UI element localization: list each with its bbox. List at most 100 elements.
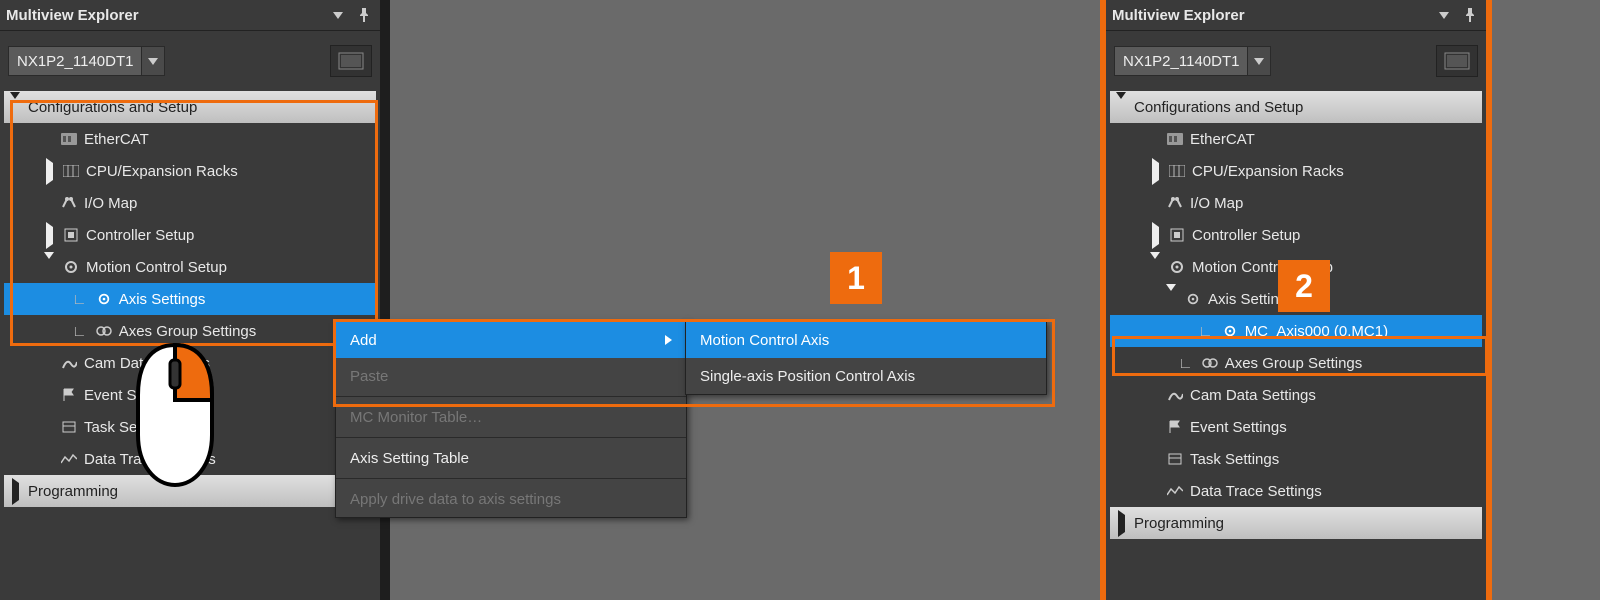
trace-icon xyxy=(60,450,78,468)
device-selector-bar: NX1P2_1140DT1 xyxy=(1106,31,1486,91)
expand-toggle[interactable] xyxy=(1114,515,1128,532)
flag-icon xyxy=(1166,418,1184,436)
controller-icon xyxy=(1168,226,1186,244)
tree-label: Controller Setup xyxy=(86,227,194,244)
tree-label: MC_Axis000 (0,MC1) xyxy=(1245,323,1388,340)
device-select[interactable]: NX1P2_1140DT1 xyxy=(1114,46,1271,76)
panel-title: Multiview Explorer xyxy=(1112,7,1245,24)
ctx-item-single-axis-position-control-axis[interactable]: Single-axis Position Control Axis xyxy=(686,358,1046,394)
device-select[interactable]: NX1P2_1140DT1 xyxy=(8,46,165,76)
ctx-label: Single-axis Position Control Axis xyxy=(700,368,915,385)
device-image-button[interactable] xyxy=(330,45,372,77)
expand-toggle[interactable] xyxy=(1148,259,1162,276)
task-icon xyxy=(1166,450,1184,468)
tree-item-task-settings[interactable]: Task Settings xyxy=(1110,443,1482,475)
tree-header-programming[interactable]: Programming xyxy=(1110,507,1482,539)
tree-item-cam-data-settings[interactable]: Cam Data Settings xyxy=(1110,379,1482,411)
tree-label: Cam Data Settings xyxy=(1190,387,1316,404)
cam-icon xyxy=(60,354,78,372)
callout-number: 1 xyxy=(847,260,865,297)
tree-item-controller-setup[interactable]: Controller Setup xyxy=(4,219,376,251)
expand-toggle[interactable] xyxy=(8,483,22,500)
pin-icon[interactable] xyxy=(354,5,374,25)
chevron-down-icon[interactable] xyxy=(141,47,164,75)
flag-icon xyxy=(60,386,78,404)
ctx-item-mc-monitor-table: MC Monitor Table… xyxy=(336,399,686,435)
window-menu-icon[interactable] xyxy=(328,5,348,25)
ctx-item-add[interactable]: Add xyxy=(336,322,686,358)
expand-toggle[interactable] xyxy=(1164,291,1178,308)
menu-separator xyxy=(336,478,686,479)
tree-item-axes-group-settings[interactable]: ∟ Axes Group Settings xyxy=(1110,347,1482,379)
tree-item-mc-axis000[interactable]: ∟ MC_Axis000 (0,MC1) xyxy=(1110,315,1482,347)
tree: Configurations and Setup EtherCAT CPU/Ex… xyxy=(1106,91,1486,539)
tree-item-io-map[interactable]: I/O Map xyxy=(4,187,376,219)
context-submenu-add: Motion Control Axis Single-axis Position… xyxy=(685,321,1047,395)
expand-toggle[interactable] xyxy=(1148,227,1162,244)
tree-label: CPU/Expansion Racks xyxy=(86,163,238,180)
tree-item-axis-settings[interactable]: ∟ Axis Settings xyxy=(4,283,376,315)
cam-icon xyxy=(1166,386,1184,404)
tree-item-cpu-racks[interactable]: CPU/Expansion Racks xyxy=(4,155,376,187)
ctx-label: Add xyxy=(350,332,377,349)
ctx-item-axis-setting-table[interactable]: Axis Setting Table xyxy=(336,440,686,476)
expand-toggle[interactable] xyxy=(42,163,56,180)
context-menu: Add Paste MC Monitor Table… Axis Setting… xyxy=(335,321,687,518)
tree-header-configurations[interactable]: Configurations and Setup xyxy=(1110,91,1482,123)
panel-titlebar[interactable]: Multiview Explorer xyxy=(0,0,380,31)
tree-label: Configurations and Setup xyxy=(28,99,197,116)
rack-icon xyxy=(1168,162,1186,180)
gear-icon xyxy=(95,290,113,308)
tree-label: Controller Setup xyxy=(1192,227,1300,244)
tree-item-ethercat[interactable]: EtherCAT xyxy=(1110,123,1482,155)
tree-elbow-icon: ∟ xyxy=(1198,323,1213,340)
tree-item-data-trace-settings[interactable]: Data Trace Settings xyxy=(1110,475,1482,507)
tree-header-configurations[interactable]: Configurations and Setup xyxy=(4,91,376,123)
panel-titlebar[interactable]: Multiview Explorer xyxy=(1106,0,1486,31)
tree-label: Programming xyxy=(1134,515,1224,532)
tree-elbow-icon: ∟ xyxy=(72,323,87,340)
rack-icon xyxy=(62,162,80,180)
tree-label: Data Trace Settings xyxy=(1190,483,1322,500)
annotation-callout-2: 2 xyxy=(1278,260,1330,312)
pin-icon[interactable] xyxy=(1460,5,1480,25)
tree-label: Motion Control Setup xyxy=(86,259,227,276)
expand-toggle[interactable] xyxy=(8,99,22,116)
ethercat-icon xyxy=(60,130,78,148)
expand-toggle[interactable] xyxy=(42,227,56,244)
expand-toggle[interactable] xyxy=(1148,163,1162,180)
tree-item-controller-setup[interactable]: Controller Setup xyxy=(1110,219,1482,251)
chevron-down-icon[interactable] xyxy=(1247,47,1270,75)
tree-label: Event Settings xyxy=(1190,419,1287,436)
device-name: NX1P2_1140DT1 xyxy=(1115,53,1247,70)
ctx-label: MC Monitor Table… xyxy=(350,409,482,426)
task-icon xyxy=(60,418,78,436)
tree-elbow-icon: ∟ xyxy=(1178,355,1193,372)
tree-item-event-settings[interactable]: Event Settings xyxy=(1110,411,1482,443)
ctx-item-paste: Paste xyxy=(336,358,686,394)
ctx-label: Apply drive data to axis settings xyxy=(350,491,561,508)
window-menu-icon[interactable] xyxy=(1434,5,1454,25)
ctx-label: Axis Setting Table xyxy=(350,450,469,467)
device-image-button[interactable] xyxy=(1436,45,1478,77)
gear-icon xyxy=(1184,290,1202,308)
expand-toggle[interactable] xyxy=(1114,99,1128,116)
io-map-icon xyxy=(1166,194,1184,212)
tree-label: EtherCAT xyxy=(1190,131,1255,148)
tree-item-motion-control-setup[interactable]: Motion Control Setup xyxy=(4,251,376,283)
tree-label: Axes Group Settings xyxy=(1225,355,1363,372)
ctx-item-motion-control-axis[interactable]: Motion Control Axis xyxy=(686,322,1046,358)
device-name: NX1P2_1140DT1 xyxy=(9,53,141,70)
tree-label: Configurations and Setup xyxy=(1134,99,1303,116)
expand-toggle[interactable] xyxy=(42,259,56,276)
menu-separator xyxy=(336,437,686,438)
tree-item-ethercat[interactable]: EtherCAT xyxy=(4,123,376,155)
tree-item-io-map[interactable]: I/O Map xyxy=(1110,187,1482,219)
tree-label: Programming xyxy=(28,483,118,500)
gear-icon xyxy=(1168,258,1186,276)
submenu-arrow-icon xyxy=(665,335,672,345)
tree-item-cpu-racks[interactable]: CPU/Expansion Racks xyxy=(1110,155,1482,187)
gears-icon xyxy=(95,322,113,340)
device-selector-bar: NX1P2_1140DT1 xyxy=(0,31,380,91)
tree-label: EtherCAT xyxy=(84,131,149,148)
